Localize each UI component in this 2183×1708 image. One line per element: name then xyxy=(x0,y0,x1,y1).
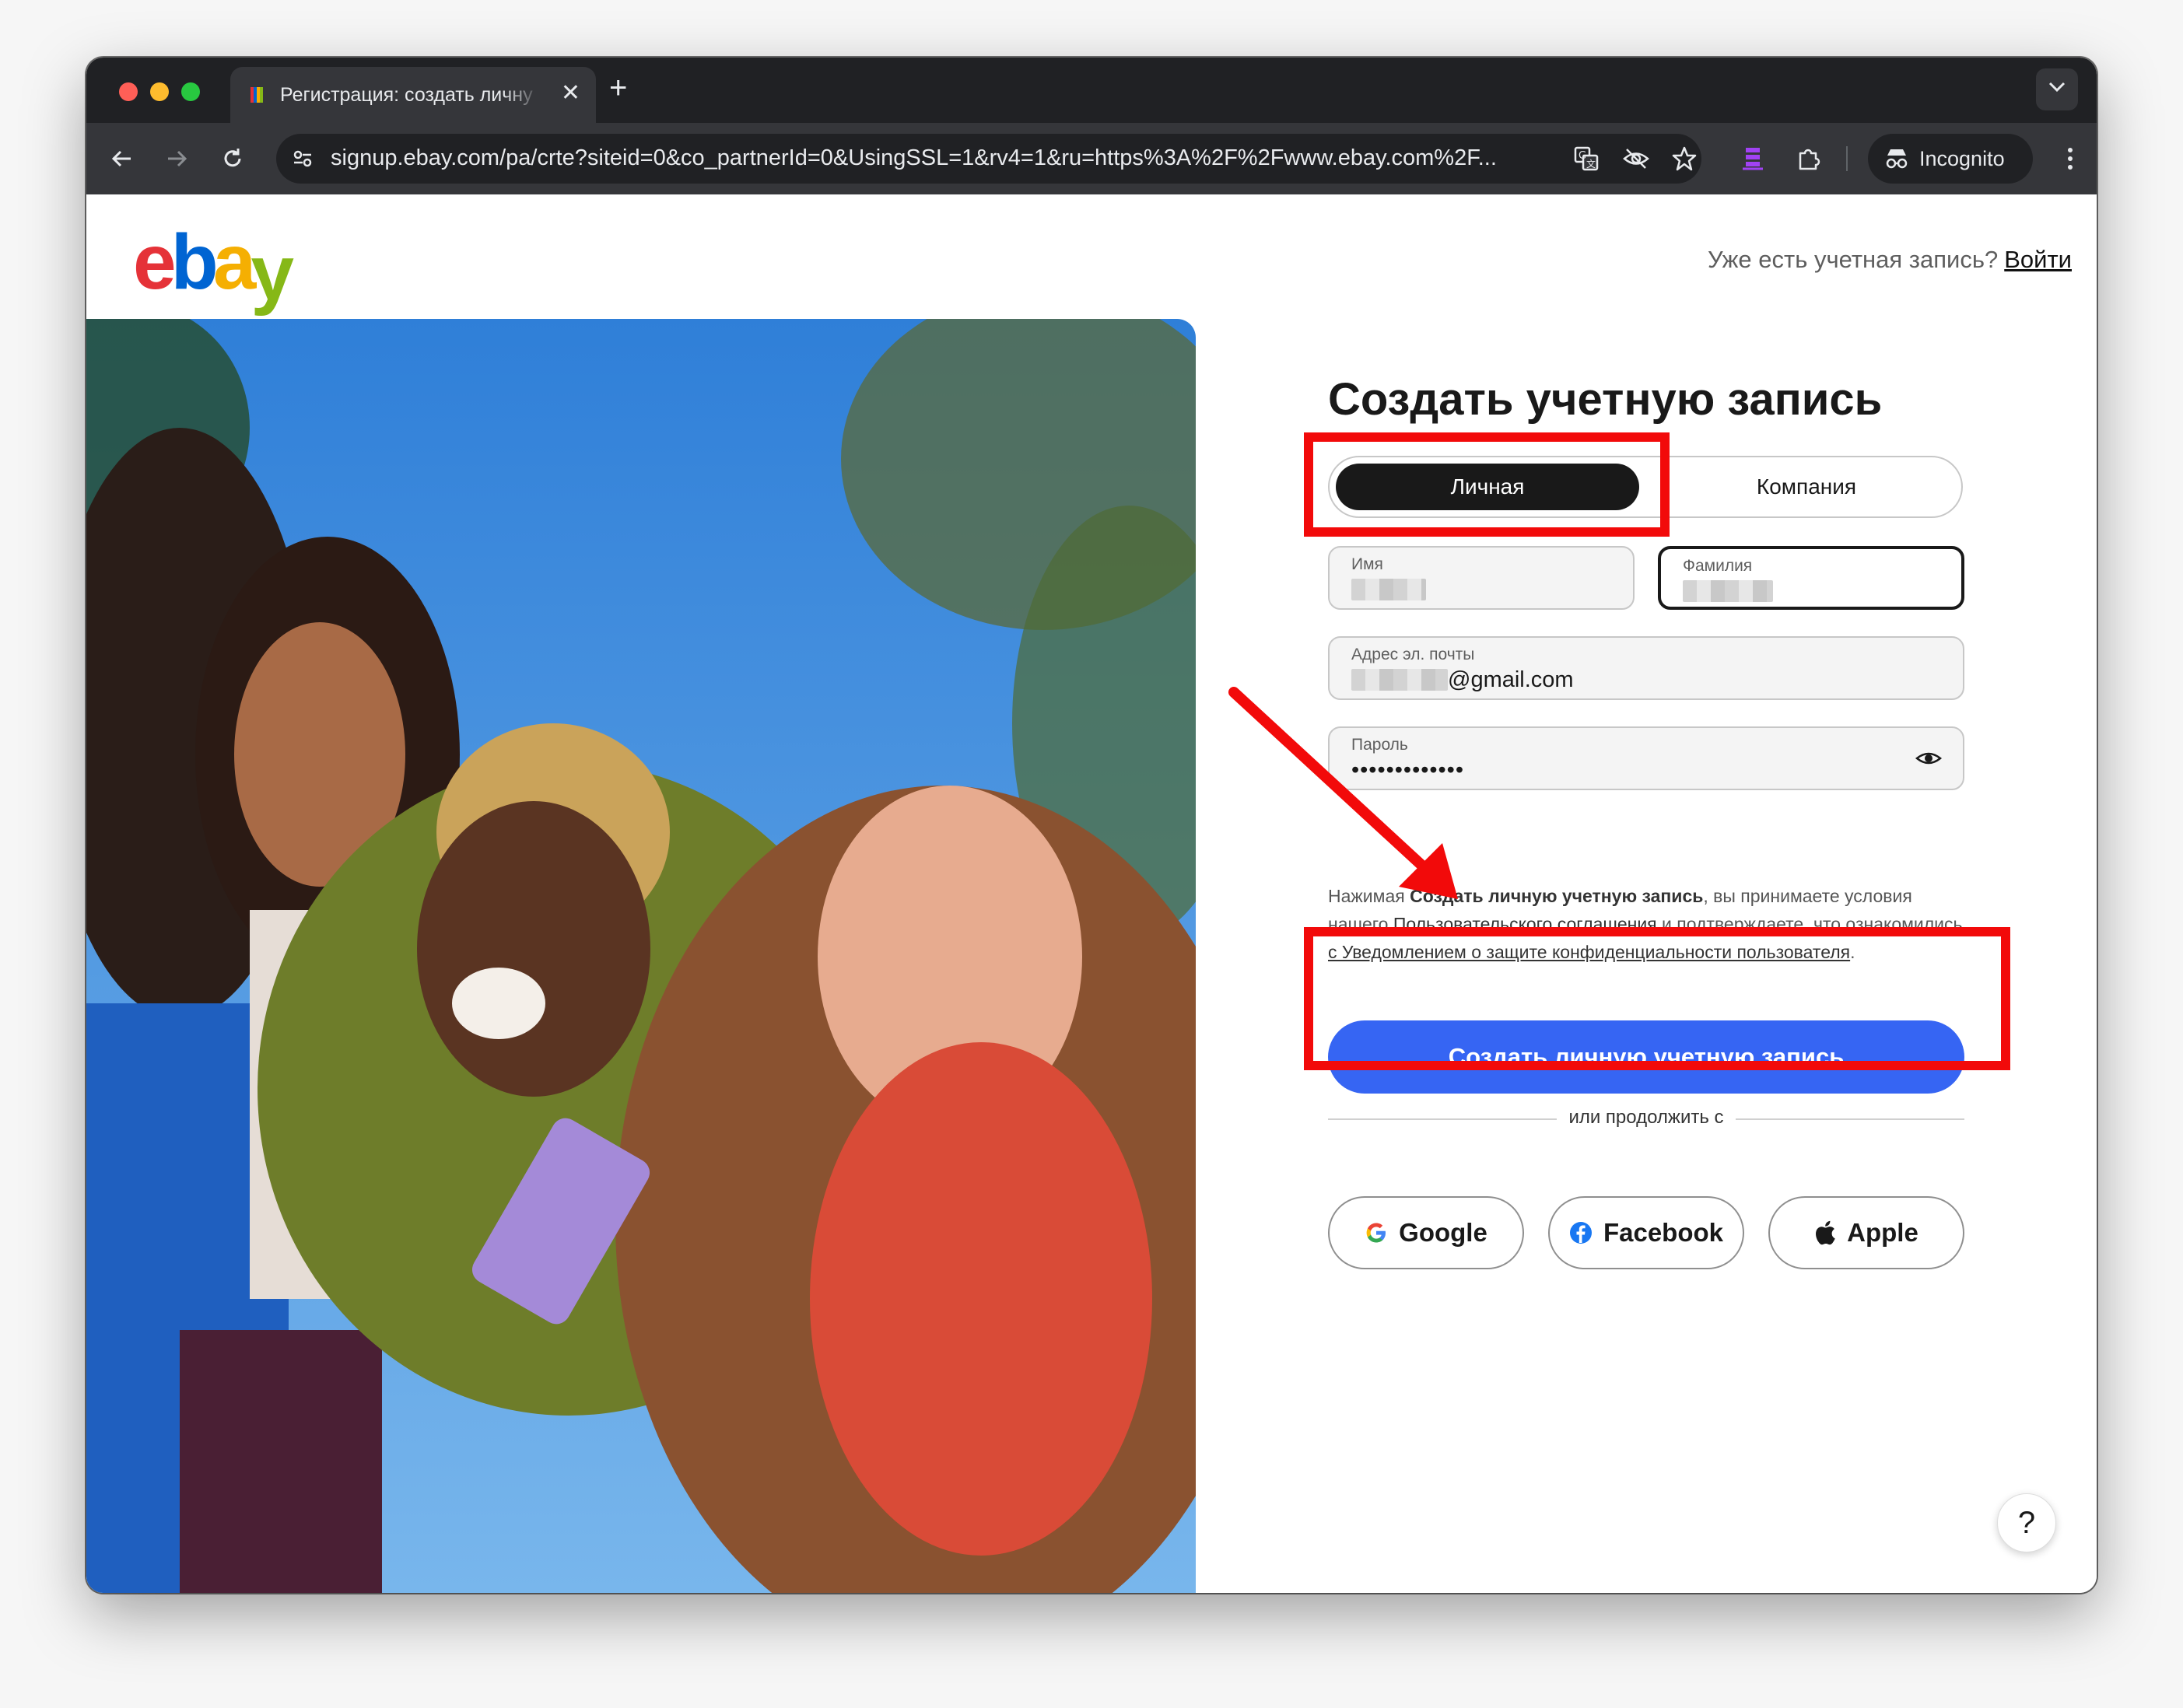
close-tab-icon[interactable]: ✕ xyxy=(561,79,580,107)
annotation-arrow-icon xyxy=(1228,687,1458,899)
divider-text: или продолжить с xyxy=(1568,1107,1724,1128)
google-label: Google xyxy=(1399,1218,1487,1247)
forward-button[interactable] xyxy=(158,140,195,177)
privacy-notice-link[interactable]: с Уведомлением о защите конфиденциальнос… xyxy=(1328,942,1850,962)
browser-window: Регистрация: создать личну ✕ + signup.eb… xyxy=(86,58,2097,1593)
close-window-button[interactable] xyxy=(119,82,138,101)
extensions-puzzle-icon[interactable] xyxy=(1790,140,1827,177)
last-name-field[interactable]: Фамилия xyxy=(1658,546,1964,610)
personal-account-button[interactable]: Личная xyxy=(1336,464,1639,510)
tab-strip: Регистрация: создать личну ✕ + xyxy=(86,58,2097,123)
facebook-icon xyxy=(1569,1222,1592,1244)
account-type-toggle: Личная Компания xyxy=(1328,456,1963,518)
minimize-window-button[interactable] xyxy=(150,82,169,101)
toolbar-separator xyxy=(1846,146,1848,171)
translate-icon[interactable]: G文 xyxy=(1568,140,1605,177)
incognito-badge[interactable]: Incognito xyxy=(1868,134,2033,184)
last-name-value-redacted xyxy=(1683,579,1773,604)
tab-title: Регистрация: создать личну xyxy=(280,84,533,106)
svg-text:文: 文 xyxy=(1586,158,1596,170)
svg-text:G: G xyxy=(1579,150,1586,162)
help-button[interactable]: ? xyxy=(1997,1493,2056,1552)
last-name-label: Фамилия xyxy=(1683,557,1753,575)
facebook-label: Facebook xyxy=(1603,1218,1724,1247)
ebay-logo[interactable]: ebay xyxy=(133,212,294,317)
incognito-label: Incognito xyxy=(1919,147,2005,170)
arrow-left-icon xyxy=(111,150,131,167)
show-password-eye-icon[interactable] xyxy=(1915,747,1943,770)
maximize-window-button[interactable] xyxy=(181,82,200,101)
bookmark-star-icon[interactable] xyxy=(1666,140,1703,177)
signin-prompt: Уже есть учетная запись? Войти xyxy=(1708,246,2072,274)
reload-icon xyxy=(224,149,241,167)
new-tab-button[interactable]: + xyxy=(609,72,627,104)
incognito-icon xyxy=(1886,149,1908,169)
arrow-right-icon xyxy=(168,150,187,167)
or-continue-divider: или продолжить с xyxy=(1328,1104,1964,1134)
business-account-button[interactable]: Компания xyxy=(1656,464,1957,510)
user-agreement-link[interactable]: Пользовательского соглашения xyxy=(1393,914,1657,934)
hero-photo xyxy=(86,319,1196,1593)
extension-icon[interactable] xyxy=(1734,140,1771,177)
active-tab[interactable]: Регистрация: создать личну ✕ xyxy=(230,67,596,123)
signin-link[interactable]: Войти xyxy=(2004,246,2072,273)
back-button[interactable] xyxy=(103,140,141,177)
browser-menu-button[interactable] xyxy=(2052,140,2089,177)
signin-prompt-text: Уже есть учетная запись? xyxy=(1708,246,1999,273)
apple-signin-button[interactable]: Apple xyxy=(1768,1196,1964,1269)
tab-search-button[interactable] xyxy=(2036,68,2078,110)
google-signin-button[interactable]: Google xyxy=(1328,1196,1524,1269)
address-bar[interactable]: signup.ebay.com/pa/crte?siteid=0&co_part… xyxy=(276,134,1701,184)
signup-page: ebay Уже есть учетная запись? Войти Созд… xyxy=(86,194,2097,1593)
url-text[interactable]: signup.ebay.com/pa/crte?siteid=0&co_part… xyxy=(331,145,1544,171)
reload-button[interactable] xyxy=(214,140,251,177)
google-icon xyxy=(1366,1223,1386,1243)
more-vertical-icon xyxy=(2068,148,2073,170)
browser-toolbar: signup.ebay.com/pa/crte?siteid=0&co_part… xyxy=(86,123,2097,194)
apple-icon xyxy=(1816,1220,1835,1245)
site-settings-icon[interactable] xyxy=(284,140,321,177)
eye-off-icon[interactable] xyxy=(1617,140,1655,177)
apple-label: Apple xyxy=(1847,1218,1918,1247)
ebay-favicon-icon xyxy=(251,87,263,103)
create-account-button[interactable]: Создать личную учетную запись xyxy=(1328,1020,1964,1094)
page-title: Создать учетную запись xyxy=(1328,374,1883,425)
facebook-signin-button[interactable]: Facebook xyxy=(1548,1196,1744,1269)
chevron-down-icon xyxy=(2048,82,2066,93)
